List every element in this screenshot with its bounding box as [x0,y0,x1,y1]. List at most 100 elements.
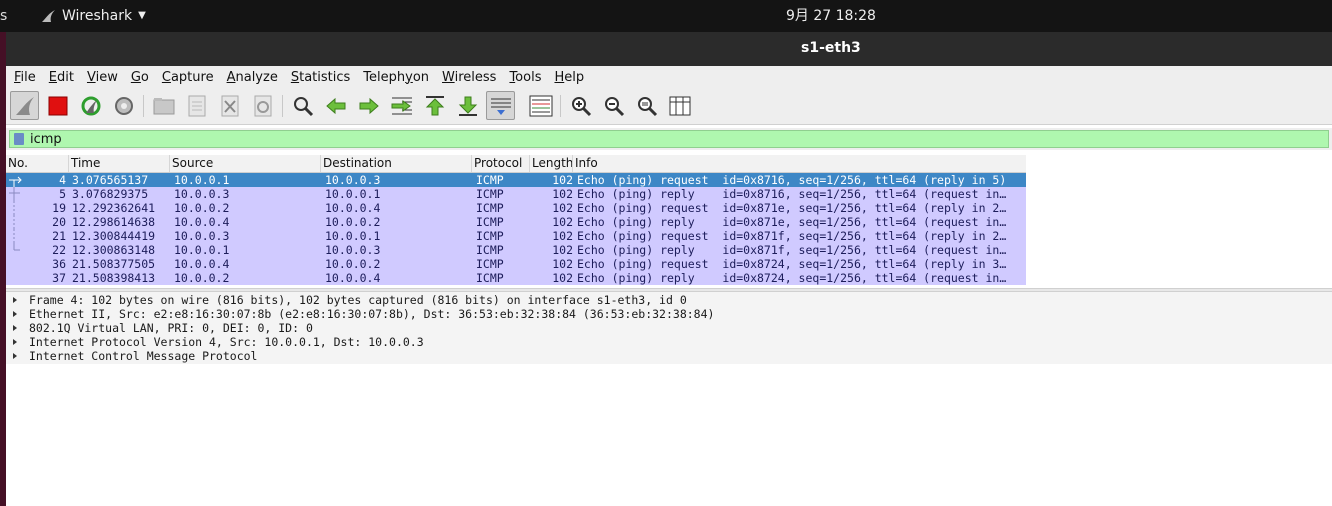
save-file-button[interactable] [182,91,211,120]
table-row[interactable]: 20 12.298614638 10.0.0.4 10.0.0.2 ICMP 102 Ech… [6,215,1026,229]
packet-list[interactable]: No. Time Source Destination Protocol Len… [6,155,1332,288]
system-top-bar: s Wireshark ▼ 9月 27 18:28 [0,0,1332,32]
column-header-source[interactable]: Source [170,155,321,172]
column-header-destination[interactable]: Destination [321,155,472,172]
open-file-button[interactable] [149,91,178,120]
related-line-icon [13,229,15,243]
wireshark-fin-icon [42,10,55,22]
table-row[interactable]: 21 12.300844419 10.0.0.3 10.0.0.1 ICMP 102 Ech… [6,229,1026,243]
related-line-icon [13,215,15,229]
go-first-packet-button[interactable] [420,91,449,120]
menu-help[interactable]: Help [546,70,589,85]
cell-destination: 10.0.0.1 [325,187,381,201]
capture-options-button[interactable] [109,91,138,120]
zoom-out-button[interactable] [599,91,628,120]
go-back-button[interactable] [321,91,350,120]
cell-source: 10.0.0.4 [174,215,230,229]
detail-tree-item[interactable]: Internet Control Message Protocol [6,349,1332,363]
packet-details-tree[interactable]: Frame 4: 102 bytes on wire (816 bits), 1… [6,292,1332,364]
go-back-icon [325,97,345,114]
detail-text: 802.1Q Virtual LAN, PRI: 0, DEI: 0, ID: … [29,321,313,335]
zoom-normal-icon [637,96,657,116]
clock[interactable]: 9月 27 18:28 [786,0,876,32]
detail-text: Internet Protocol Version 4, Src: 10.0.0… [29,335,424,349]
menu-go[interactable]: Go [123,70,154,85]
menu-file[interactable]: File [6,70,41,85]
cell-source: 10.0.0.1 [174,243,230,257]
expand-arrow-icon[interactable] [13,339,17,345]
expand-arrow-icon[interactable] [13,325,17,331]
table-row[interactable]: 19 12.292362641 10.0.0.2 10.0.0.4 ICMP 102 Ech… [6,201,1026,215]
detail-tree-item[interactable]: Internet Protocol Version 4, Src: 10.0.0… [6,335,1332,349]
zoom-normal-button[interactable] [632,91,661,120]
cell-source: 10.0.0.4 [174,257,230,271]
open-file-icon [153,97,174,114]
column-header-info[interactable]: Info [573,155,1026,172]
expand-arrow-icon[interactable] [13,311,17,317]
table-row[interactable]: 4 3.076565137 10.0.0.1 10.0.0.3 ICMP 102 Echo … [6,173,1026,187]
menu-telephony[interactable]: Telephyon [355,70,434,85]
menu-wireless[interactable]: Wireless [434,70,501,85]
table-row[interactable]: 37 21.508398413 10.0.0.2 10.0.0.4 ICMP 102 Ech… [6,271,1026,285]
zoom-in-button[interactable] [566,91,595,120]
start-capture-button[interactable] [10,91,39,120]
close-file-button[interactable] [215,91,244,120]
table-row[interactable]: 22 12.300863148 10.0.0.1 10.0.0.3 ICMP 102 Ech… [6,243,1026,257]
cell-source: 10.0.0.1 [174,173,230,187]
restart-capture-button[interactable] [76,91,105,120]
colorize-button[interactable] [526,91,555,120]
cell-length: 102 [552,215,573,229]
column-header-no[interactable]: No. [6,155,69,172]
app-menu[interactable]: Wireshark ▼ [40,0,146,32]
go-first-packet-icon [425,95,444,115]
colorize-icon [529,95,552,116]
menu-view[interactable]: View [79,70,123,85]
related-line-icon [13,243,20,251]
stop-capture-button[interactable] [43,91,72,120]
detail-text: Frame 4: 102 bytes on wire (816 bits), 1… [29,293,687,307]
bookmark-icon[interactable] [14,133,24,145]
autoscroll-button[interactable] [486,91,515,120]
menu-capture[interactable]: Capture [154,70,219,85]
cell-length: 102 [552,201,573,215]
column-header-length[interactable]: Length [530,155,573,172]
go-to-packet-button[interactable] [387,91,416,120]
column-header-time[interactable]: Time [69,155,170,172]
find-packet-button[interactable] [288,91,317,120]
expand-arrow-icon[interactable] [13,297,17,303]
go-forward-button[interactable] [354,91,383,120]
cell-protocol: ICMP [476,215,504,229]
detail-tree-item[interactable]: Ethernet II, Src: e2:e8:16:30:07:8b (e2:… [6,307,1332,321]
resize-columns-button[interactable] [665,91,694,120]
cell-protocol: ICMP [476,187,504,201]
menu-edit[interactable]: Edit [41,70,79,85]
window-title-bar: s1-eth3 [6,32,1332,66]
detail-tree-item[interactable]: Frame 4: 102 bytes on wire (816 bits), 1… [6,293,1332,307]
reload-file-icon [254,95,271,116]
stop-capture-icon [48,96,67,115]
display-filter-input[interactable]: icmp [9,130,1329,148]
start-capture-icon [15,96,34,115]
resize-columns-icon [669,96,690,115]
go-last-packet-button[interactable] [453,91,482,120]
reload-file-button[interactable] [248,91,277,120]
cell-info: Echo (ping) reply id=0x871e, seq=1/256, … [577,215,1007,229]
related-request-icon [9,176,22,187]
cell-time: 12.300863148 [72,243,156,257]
expand-arrow-icon[interactable] [13,353,17,359]
cell-info: Echo (ping) reply id=0x871f, seq=1/256, … [577,243,1007,257]
cell-length: 102 [552,271,573,285]
activities-button[interactable]: s [0,0,14,32]
cell-source: 10.0.0.2 [174,201,230,215]
menu-tools[interactable]: Tools [501,70,546,85]
table-row[interactable]: 36 21.508377505 10.0.0.4 10.0.0.2 ICMP 102 Ech… [6,257,1026,271]
menubar: File Edit View Go Capture Analyze Statistics Te… [6,66,1332,88]
cell-protocol: ICMP [476,271,504,285]
menu-statistics[interactable]: Statistics [283,70,355,85]
table-row[interactable]: 5 3.076829375 10.0.0.3 10.0.0.1 ICMP 102 Echo … [6,187,1026,201]
menu-analyze[interactable]: Analyze [219,70,283,85]
column-header-protocol[interactable]: Protocol [472,155,530,172]
cell-time: 3.076829375 [72,187,149,201]
detail-tree-item[interactable]: 802.1Q Virtual LAN, PRI: 0, DEI: 0, ID: … [6,321,1332,335]
cell-time: 21.508377505 [72,257,156,271]
